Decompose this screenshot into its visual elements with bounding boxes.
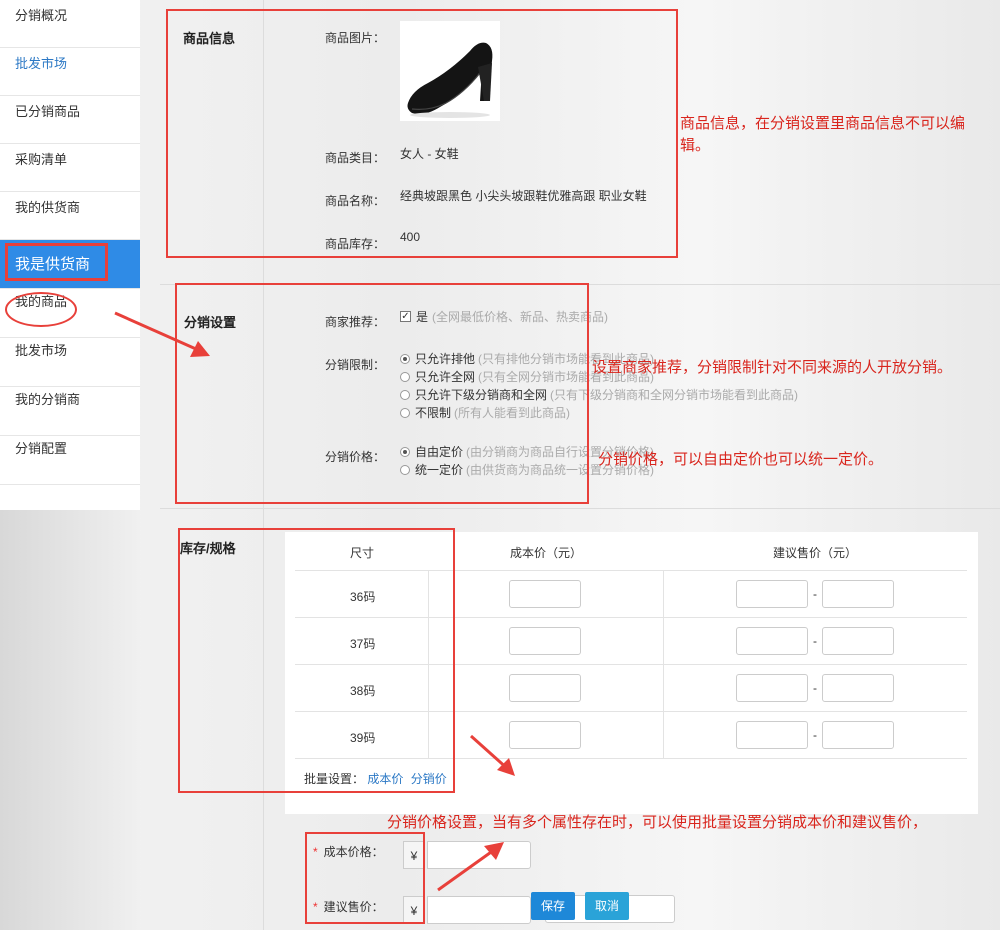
section-divider (160, 508, 1000, 509)
annotation-box-stock (178, 528, 455, 793)
suggest-price-min-input[interactable] (736, 627, 808, 655)
annotation-arrow-icon (469, 734, 515, 776)
range-dash: - (813, 728, 817, 742)
cancel-button[interactable]: 取消 (585, 892, 630, 920)
suggest-price-max-input[interactable] (822, 674, 894, 702)
sidebar-item-overview[interactable]: 分销概况 (0, 0, 140, 48)
annotation-box-distribution (175, 283, 589, 504)
unified-suggest-price-min-input[interactable] (427, 896, 531, 924)
annotation-note-distribution: 设置商家推荐，分销限制针对不同来源的人开放分销。 (592, 359, 953, 376)
annotation-box-price-fields (305, 832, 425, 924)
cost-price-input[interactable] (509, 627, 581, 655)
range-dash: - (813, 634, 817, 648)
sidebar-item-wholesale-market[interactable]: 批发市场 (0, 48, 140, 96)
range-dash: - (813, 681, 817, 695)
table-divider (663, 570, 664, 758)
annotation-box-product-info (166, 9, 678, 258)
header-suggest-price: 建议售价（元） (773, 546, 858, 560)
suggest-price-max-input[interactable] (822, 627, 894, 655)
sidebar-item-distribution-config[interactable]: 分销配置 (0, 436, 140, 485)
annotation-arrow-icon (114, 311, 210, 357)
range-dash: - (813, 587, 817, 601)
save-button[interactable]: 保存 (531, 892, 576, 920)
sidebar-item-my-suppliers[interactable]: 我的供货商 (0, 192, 140, 240)
annotation-ellipse-my-goods (5, 292, 77, 327)
suggest-price-min-input[interactable] (736, 580, 808, 608)
sidebar-item-distributed-goods[interactable]: 已分销商品 (0, 96, 140, 144)
suggest-price-min-input[interactable] (736, 721, 808, 749)
cost-price-input[interactable] (509, 580, 581, 608)
annotation-note-batch: 分销价格设置，当有多个属性存在时，可以使用批量设置分销成本价和建议售价， (387, 814, 928, 831)
annotation-arrow-icon (437, 842, 504, 892)
sidebar-item-my-distributors[interactable]: 我的分销商 (0, 387, 140, 436)
suggest-price-max-input[interactable] (822, 580, 894, 608)
cost-price-input[interactable] (509, 674, 581, 702)
annotation-note-price: 分销价格，可以自由定价也可以统一定价。 (598, 451, 884, 468)
suggest-price-max-input[interactable] (822, 721, 894, 749)
sidebar-item-purchase-list[interactable]: 采购清单 (0, 144, 140, 192)
annotation-box-supplier (5, 243, 108, 281)
annotation-note-product-info: 商品信息，在分销设置里商品信息不可以编辑。 (680, 115, 966, 154)
suggest-price-min-input[interactable] (736, 674, 808, 702)
header-cost-price: 成本价（元） (510, 546, 583, 560)
sidebar-shadow (0, 510, 140, 930)
